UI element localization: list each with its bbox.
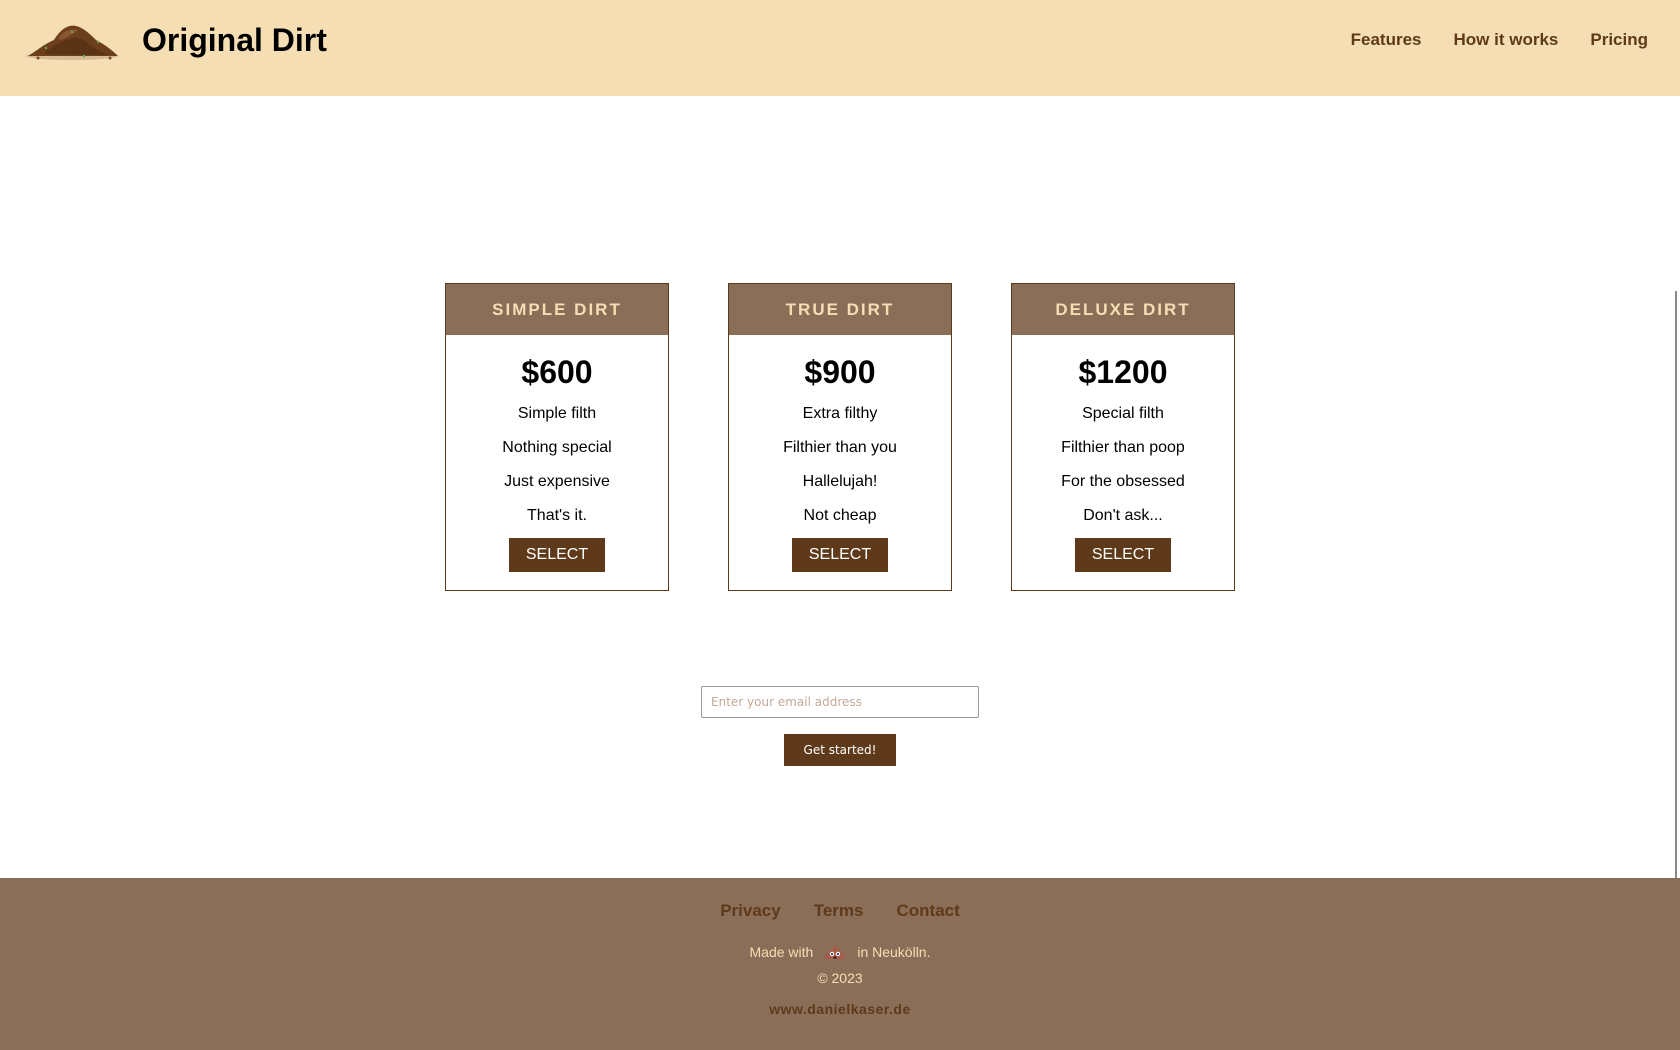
pricing-card-simple: SIMPLE DIRT $600 Simple filth Nothing sp… <box>445 283 669 591</box>
plan-feature: Filthier than poop <box>1061 439 1185 456</box>
plan-features: Extra filthy Filthier than you Halleluja… <box>783 397 897 533</box>
plan-feature: Extra filthy <box>802 405 878 422</box>
signup-form: Get started! <box>0 686 1680 766</box>
made-with-suffix: in Neukölln. <box>857 944 931 960</box>
nav-features[interactable]: Features <box>1351 30 1422 50</box>
footer-link-privacy[interactable]: Privacy <box>720 901 781 921</box>
plan-feature: Hallelujah! <box>802 473 878 490</box>
made-with-text: Made with in Neukölln. <box>0 944 1680 960</box>
copyright: © 2023 <box>817 970 863 986</box>
poop-emoji-icon <box>825 945 845 959</box>
footer-link-terms[interactable]: Terms <box>814 901 864 921</box>
plan-feature: That's it. <box>527 507 587 524</box>
footer-links: Privacy Terms Contact <box>0 901 1680 921</box>
nav-how-it-works[interactable]: How it works <box>1454 30 1559 50</box>
plan-price: $600 <box>521 354 593 390</box>
plan-feature: Filthier than you <box>783 439 897 456</box>
site-footer: Privacy Terms Contact Made with in Neukö… <box>0 878 1680 1050</box>
plan-name: DELUXE DIRT <box>1012 284 1234 335</box>
footer-link-contact[interactable]: Contact <box>896 901 959 921</box>
plan-price: $900 <box>804 354 876 390</box>
plan-features: Special filth Filthier than poop For the… <box>1061 397 1185 533</box>
plan-feature: Simple filth <box>517 405 597 422</box>
dirt-pile-icon <box>26 25 118 60</box>
plan-name: TRUE DIRT <box>729 284 951 335</box>
website-link[interactable]: www.danielkaser.de <box>0 1001 1680 1017</box>
pricing-card-deluxe: DELUXE DIRT $1200 Special filth Filthier… <box>1011 283 1235 591</box>
email-input[interactable] <box>701 686 979 718</box>
pricing-cards: SIMPLE DIRT $600 Simple filth Nothing sp… <box>445 283 1235 591</box>
plan-price: $1200 <box>1078 354 1168 390</box>
plan-feature: Don't ask... <box>1083 507 1163 524</box>
select-deluxe-button[interactable]: SELECT <box>1075 538 1171 572</box>
brand-title: Original Dirt <box>142 22 327 58</box>
plan-name: SIMPLE DIRT <box>446 284 668 335</box>
plan-feature: Special filth <box>1082 405 1164 422</box>
plan-features: Simple filth Nothing special Just expens… <box>502 397 611 533</box>
plan-feature: Not cheap <box>803 507 877 524</box>
select-true-button[interactable]: SELECT <box>792 538 888 572</box>
plan-feature: Nothing special <box>502 439 612 456</box>
plan-feature: For the obsessed <box>1061 473 1185 490</box>
made-with-prefix: Made with <box>749 944 814 960</box>
nav-pricing[interactable]: Pricing <box>1590 30 1648 50</box>
get-started-button[interactable]: Get started! <box>784 734 896 766</box>
plan-feature: Just expensive <box>504 473 610 490</box>
select-simple-button[interactable]: SELECT <box>509 538 605 572</box>
main-nav: Features How it works Pricing <box>1351 30 1648 50</box>
pricing-card-true: TRUE DIRT $900 Extra filthy Filthier tha… <box>728 283 952 591</box>
site-header: Original Dirt Features How it works Pric… <box>0 0 1680 96</box>
